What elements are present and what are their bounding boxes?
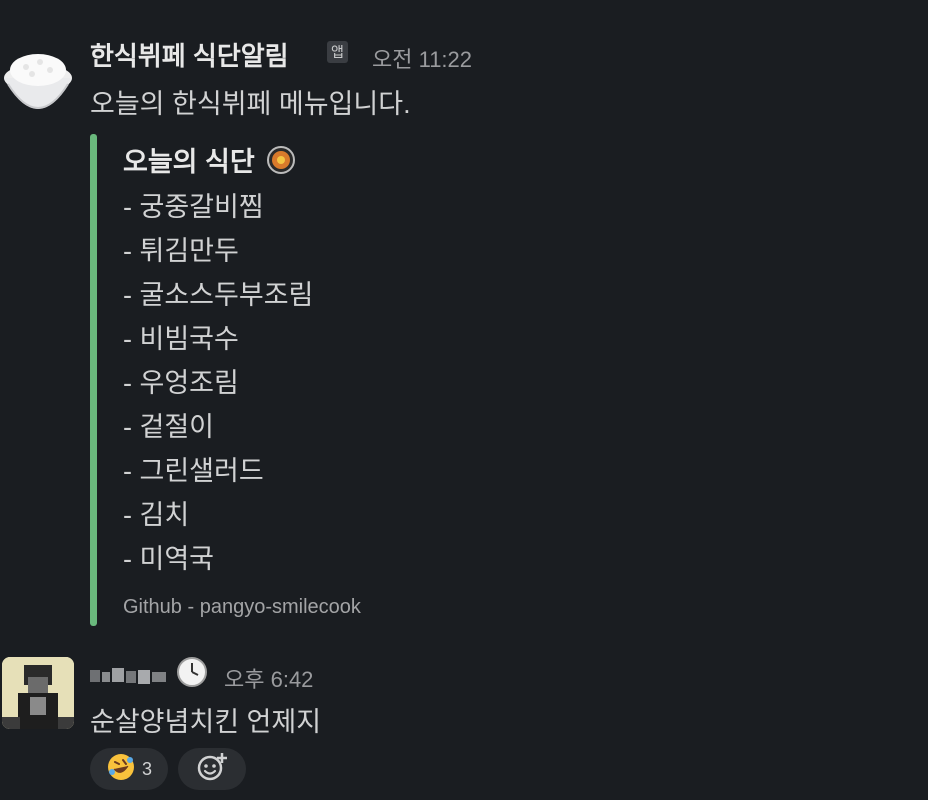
reaction-count: 3 <box>141 758 152 779</box>
user-avatar[interactable] <box>2 657 74 729</box>
menu-item: - 비빔국수 <box>123 324 239 354</box>
menu-item: - 겉절이 <box>123 412 215 442</box>
clock-icon[interactable] <box>176 656 208 693</box>
add-reaction-icon <box>196 751 228 788</box>
attachment-footer[interactable]: Github - pangyo-smilecook <box>123 596 361 619</box>
attachment-bar <box>90 134 97 626</box>
menu-item: - 김치 <box>123 500 190 530</box>
menu-item: - 튀김만두 <box>123 236 239 266</box>
rice-bowl-icon[interactable] <box>2 40 74 112</box>
attachment-title: 오늘의 식단 <box>123 140 296 182</box>
message-text: 순살양념치킨 언제지 <box>90 707 322 737</box>
blurred-sender-name[interactable] <box>90 666 168 686</box>
sender-name[interactable]: 한식뷔페 식단알림 <box>90 36 289 73</box>
cooking-icon <box>266 145 296 182</box>
message-text: 오늘의 한식뷔페 메뉴입니다. <box>90 89 411 119</box>
add-reaction-button[interactable] <box>178 748 246 790</box>
rolling-on-floor-laughing-icon <box>106 752 136 787</box>
menu-item: - 그린샐러드 <box>123 456 264 486</box>
app-badge: 앱 <box>327 41 348 63</box>
attachment-title-text: 오늘의 식단 <box>123 147 255 177</box>
menu-item: - 궁중갈비찜 <box>123 192 264 222</box>
timestamp[interactable]: 오후 6:42 <box>224 662 313 694</box>
menu-item: - 미역국 <box>123 544 215 574</box>
message-user: 오후 6:42 순살양념치킨 언제지 3 <box>0 640 928 800</box>
menu-item: - 우엉조림 <box>123 368 239 398</box>
timestamp[interactable]: 오전 11:22 <box>372 42 472 74</box>
menu-item: - 굴소스두부조림 <box>123 280 314 310</box>
reaction-pill[interactable]: 3 <box>90 748 168 790</box>
message-bot: 한식뷔페 식단알림 앱 오전 11:22 오늘의 한식뷔페 메뉴입니다. 오늘의… <box>0 0 928 640</box>
